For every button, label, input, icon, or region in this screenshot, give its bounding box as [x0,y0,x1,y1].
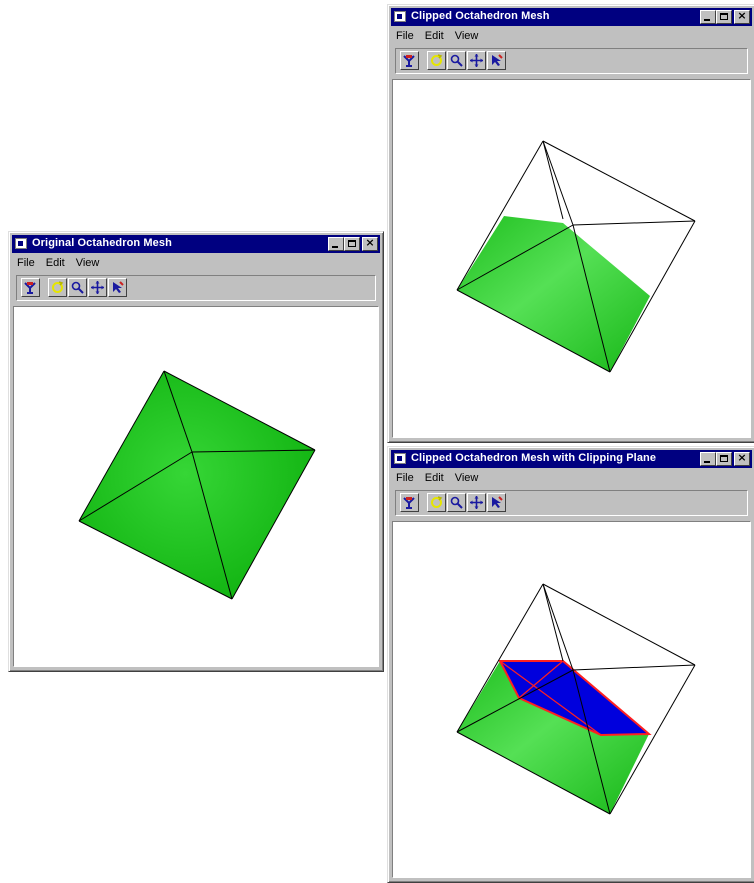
menu-file[interactable]: File [12,257,41,269]
minimize-button[interactable] [328,237,344,251]
reset-view-button[interactable] [400,51,419,70]
pan-button[interactable] [467,51,486,70]
minimize-icon [704,19,710,21]
window-clipped-plane: Clipped Octahedron Mesh with Clipping Pl… [387,446,754,883]
render-viewport[interactable] [13,306,379,667]
render-viewport[interactable] [392,79,751,438]
select-icon [492,54,503,66]
window-title: Clipped Octahedron Mesh with Clipping Pl… [411,452,657,464]
rotate-button[interactable] [48,278,67,297]
maximize-icon [348,240,356,247]
clipped-octahedron-render [456,140,696,373]
select-button[interactable] [487,51,506,70]
close-icon: × [365,236,375,249]
toolbar [16,275,376,301]
octahedron-render [78,370,316,600]
menu-bar: File Edit View [391,469,752,487]
toolbar [395,48,748,74]
window-icon[interactable] [394,11,406,22]
menu-file[interactable]: File [391,30,420,42]
window-clipped: Clipped Octahedron Mesh × File Edit View [387,4,754,443]
reset-view-button[interactable] [400,493,419,512]
menu-bar: File Edit View [391,27,752,45]
zoom-icon [450,54,463,67]
select-icon [113,281,124,293]
maximize-button[interactable] [716,10,732,24]
zoom-button[interactable] [447,51,466,70]
close-icon: × [737,451,747,464]
reset-view-icon [403,497,415,509]
pan-icon [470,496,483,509]
rotate-icon [431,496,443,508]
zoom-icon [450,496,463,509]
clipping-plane-render [456,583,696,815]
title-bar[interactable]: Clipped Octahedron Mesh × [391,8,752,26]
minimize-button[interactable] [700,10,716,24]
pan-button[interactable] [467,493,486,512]
select-icon [492,496,503,508]
minimize-icon [332,246,338,248]
menu-bar: File Edit View [12,254,380,272]
menu-view[interactable]: View [450,30,485,42]
maximize-button[interactable] [344,237,360,251]
menu-file[interactable]: File [391,472,420,484]
window-original: Original Octahedron Mesh × File Edit Vie… [8,231,384,672]
title-bar[interactable]: Clipped Octahedron Mesh with Clipping Pl… [391,450,752,468]
menu-view[interactable]: View [71,257,106,269]
rotate-icon [431,54,443,66]
menu-view[interactable]: View [450,472,485,484]
zoom-button[interactable] [68,278,87,297]
menu-edit[interactable]: Edit [420,472,450,484]
reset-view-button[interactable] [21,278,40,297]
title-bar[interactable]: Original Octahedron Mesh × [12,235,380,253]
menu-edit[interactable]: Edit [41,257,71,269]
window-icon[interactable] [15,238,27,249]
zoom-icon [71,281,84,294]
octahedron-body [79,371,315,599]
reset-view-icon [24,282,36,294]
minimize-icon [704,461,710,463]
pan-icon [91,281,104,294]
select-button[interactable] [487,493,506,512]
pan-icon [470,54,483,67]
maximize-button[interactable] [716,452,732,466]
window-icon[interactable] [394,453,406,464]
reset-view-icon [403,55,415,67]
maximize-icon [720,13,728,20]
rotate-button[interactable] [427,51,446,70]
maximize-icon [720,455,728,462]
pan-button[interactable] [88,278,107,297]
close-button[interactable]: × [734,9,750,24]
menu-edit[interactable]: Edit [420,30,450,42]
rotate-button[interactable] [427,493,446,512]
window-title: Original Octahedron Mesh [32,237,172,249]
close-icon: × [737,9,747,22]
minimize-button[interactable] [700,452,716,466]
close-button[interactable]: × [362,236,378,251]
render-viewport[interactable] [392,521,751,878]
rotate-icon [52,281,64,293]
select-button[interactable] [108,278,127,297]
window-title: Clipped Octahedron Mesh [411,10,550,22]
close-button[interactable]: × [734,451,750,466]
zoom-button[interactable] [447,493,466,512]
toolbar [395,490,748,516]
